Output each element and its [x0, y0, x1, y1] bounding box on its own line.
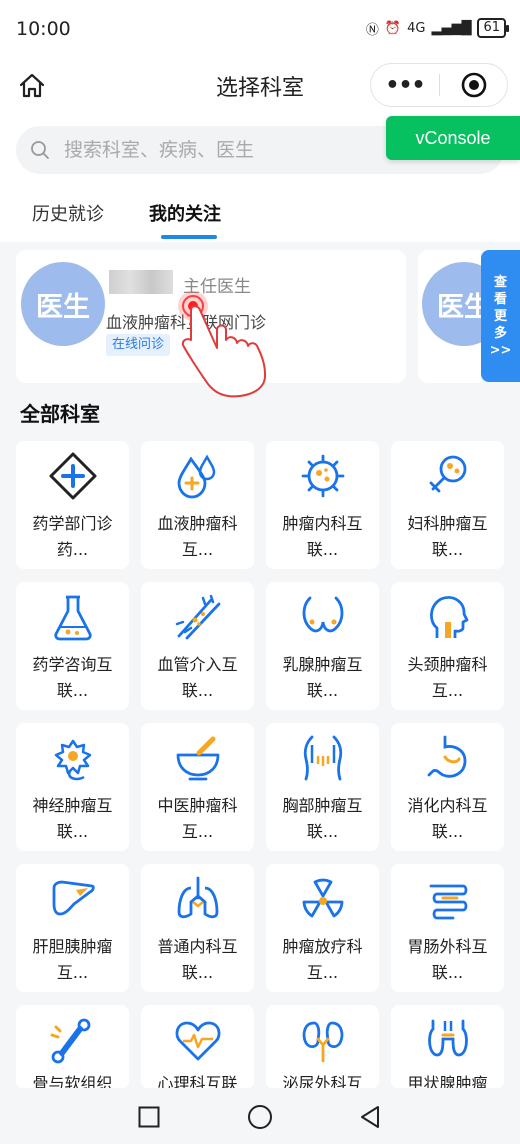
department-name: 药学部门诊药...	[32, 514, 113, 559]
department-tile[interactable]: 消化内科互联...	[391, 723, 504, 851]
view-more-char: >>	[489, 342, 512, 358]
view-more-char: 多	[493, 325, 507, 341]
department-name: 消化内科互联...	[407, 796, 488, 841]
status-bar: 10:00 Ⓝ ⏰ 4G ▂▄▆█ 61	[0, 0, 520, 58]
network-label: 4G	[407, 20, 426, 36]
system-nav-bar	[0, 1088, 520, 1144]
thyroid-icon	[428, 1019, 468, 1057]
department-name: 神经肿瘤互联...	[32, 796, 113, 841]
signal-icon: ▂▄▆█	[431, 20, 472, 36]
recent-apps-icon[interactable]	[138, 1106, 160, 1128]
bone-icon	[50, 1018, 91, 1064]
department-name: 药学咨询互联...	[32, 655, 113, 700]
blood-drop-icon	[177, 454, 216, 499]
department-tile[interactable]: 神经肿瘤互联...	[16, 723, 129, 851]
nav-bar: 选择科室 •••	[0, 58, 520, 114]
department-name: 乳腺肿瘤互联...	[282, 655, 363, 700]
nfc-icon: Ⓝ	[365, 22, 379, 38]
department-name: 头颈肿瘤科互...	[407, 655, 488, 700]
view-more-char: 更	[493, 308, 507, 324]
heart-pulse-icon	[175, 1021, 221, 1061]
mini-program-capsule: •••	[370, 63, 508, 107]
intestine-icon	[429, 884, 468, 920]
flask-icon	[54, 595, 92, 641]
neuron-icon	[54, 739, 92, 781]
search-icon	[31, 141, 49, 159]
department-name: 妇科肿瘤互联...	[407, 514, 488, 559]
battery-icon: 61	[477, 18, 509, 38]
department-tile[interactable]: 血管介入互联...	[141, 582, 254, 710]
chest-icon	[303, 735, 343, 781]
section-title: 全部科室	[20, 402, 100, 426]
department-name: 普通内科互联...	[157, 937, 238, 982]
tab-history-visits[interactable]: 历史就诊	[32, 200, 104, 226]
department-name: 中医肿瘤科互...	[157, 796, 238, 841]
back-triangle-icon[interactable]	[358, 1105, 382, 1129]
department-name: 肿瘤内科互联...	[282, 514, 363, 559]
view-more-char: 查	[493, 274, 507, 290]
kidney-icon	[302, 1021, 344, 1063]
department-tile[interactable]: 胃肠外科互联...	[391, 864, 504, 992]
department-name: 肝胆胰肿瘤互...	[32, 937, 113, 982]
breast-icon	[302, 596, 344, 633]
department-tile[interactable]: 肿瘤内科互联...	[266, 441, 379, 569]
alarm-icon: ⏰	[384, 20, 402, 36]
vessel-icon	[175, 594, 221, 640]
department-tile[interactable]: 头颈肿瘤科互...	[391, 582, 504, 710]
vconsole-button[interactable]: vConsole	[386, 116, 520, 160]
more-menu-button[interactable]: •••	[371, 64, 439, 106]
department-tile[interactable]: 妇科肿瘤互联...	[391, 441, 504, 569]
tap-hand-pointer-icon	[178, 291, 267, 398]
department-tile[interactable]: 普通内科互联...	[141, 864, 254, 992]
tabs-bar: 历史就诊 我的关注	[0, 186, 520, 242]
tab-my-follows[interactable]: 我的关注	[149, 200, 221, 226]
doctor-avatar: 医生	[21, 262, 105, 346]
department-name: 胸部肿瘤互联...	[282, 796, 363, 841]
female-ovary-icon	[429, 455, 467, 493]
department-tile[interactable]: 泌尿外科互	[266, 1005, 379, 1093]
doctor-avatar-2: 医生	[422, 262, 488, 346]
liver-icon	[52, 880, 95, 916]
mortar-pestle-icon	[176, 736, 220, 781]
view-more-button[interactable]: 查 看 更 多 >>	[481, 250, 520, 382]
department-tile[interactable]: 乳腺肿瘤互联...	[266, 582, 379, 710]
virus-cell-icon	[301, 454, 345, 498]
close-button[interactable]	[440, 64, 507, 106]
department-tile[interactable]: 甲状腺肿瘤	[391, 1005, 504, 1093]
doctor-name-blurred	[109, 270, 173, 294]
department-tile[interactable]: 药学咨询互联...	[16, 582, 129, 710]
lungs-icon	[177, 876, 219, 919]
doctor-card-2[interactable]: 医生	[418, 250, 488, 383]
online-consult-tag: 在线问诊	[106, 334, 171, 356]
pharmacy-cross-icon	[49, 452, 97, 500]
status-time: 10:00	[16, 18, 71, 40]
department-tile[interactable]: 药学部门诊药...	[16, 441, 129, 569]
home-circle-icon[interactable]	[247, 1104, 273, 1130]
department-name: 血液肿瘤科互...	[157, 514, 238, 559]
target-close-icon	[461, 72, 486, 98]
department-tile[interactable]: 骨与软组织	[16, 1005, 129, 1093]
stomach-icon	[427, 735, 467, 778]
view-more-char: 看	[493, 291, 507, 307]
department-name: 胃肠外科互联...	[407, 937, 488, 982]
department-tile[interactable]: 肿瘤放疗科互...	[266, 864, 379, 992]
department-tile[interactable]: 血液肿瘤科互...	[141, 441, 254, 569]
head-neck-icon	[430, 596, 469, 638]
radiation-icon	[302, 878, 344, 918]
status-icons: Ⓝ ⏰ 4G ▂▄▆█ 61	[365, 18, 509, 38]
department-tile[interactable]: 心理科互联	[141, 1005, 254, 1093]
department-tile[interactable]: 中医肿瘤科互...	[141, 723, 254, 851]
department-tile[interactable]: 胸部肿瘤互联...	[266, 723, 379, 851]
department-name: 肿瘤放疗科互...	[282, 937, 363, 982]
department-tile[interactable]: 肝胆胰肿瘤互...	[16, 864, 129, 992]
active-tab-indicator	[161, 235, 217, 239]
department-name: 血管介入互联...	[157, 655, 238, 700]
